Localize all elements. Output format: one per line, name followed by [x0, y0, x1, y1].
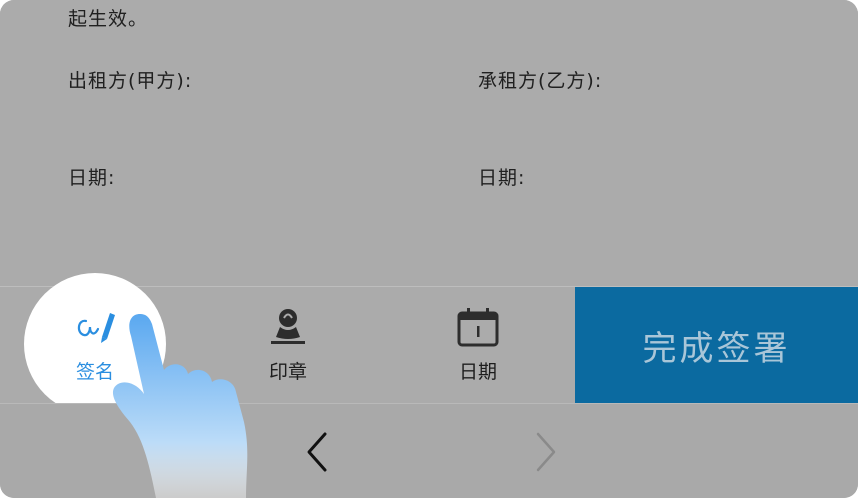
app-frame: 起生效。 出租方(甲方): 承租方(乙方): 日期: 日期: 签名 印章 日期 … [0, 0, 858, 498]
calendar-icon [456, 307, 500, 351]
next-page-button[interactable] [515, 424, 575, 484]
finish-signing-button[interactable]: 完成签署 [575, 287, 858, 403]
chevron-right-icon [530, 430, 560, 478]
tap-hint-hand-icon [100, 300, 260, 498]
previous-page-button[interactable] [288, 424, 348, 484]
chevron-left-icon [303, 430, 333, 478]
document-line: 起生效。 [68, 8, 149, 30]
lessor-date-label: 日期: [68, 167, 116, 189]
stamp-tool-label: 印章 [268, 361, 307, 383]
lessor-label: 出租方(甲方): [68, 70, 193, 92]
stamp-icon [266, 307, 310, 351]
document-view: 起生效。 出租方(甲方): 承租方(乙方): 日期: 日期: [0, 0, 858, 286]
date-tool-button[interactable]: 日期 [418, 287, 538, 404]
date-tool-label: 日期 [458, 361, 497, 383]
lessee-date-label: 日期: [478, 167, 526, 189]
lessee-label: 承租方(乙方): [478, 70, 603, 92]
